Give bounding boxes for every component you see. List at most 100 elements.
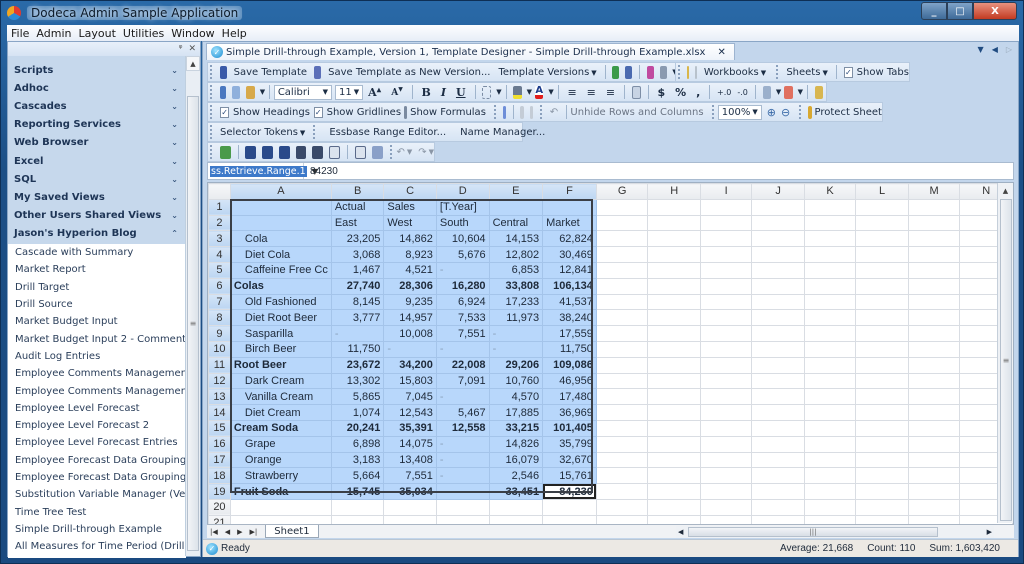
sidebar-group[interactable]: Other Users Shared Views ⌄ xyxy=(8,207,186,225)
cell[interactable]: 10,760 xyxy=(488,372,544,390)
scroll-right-icon[interactable]: ▶ xyxy=(987,528,992,536)
cell[interactable] xyxy=(595,435,649,453)
font-color-icon[interactable]: A xyxy=(535,85,544,99)
menu-file[interactable]: File xyxy=(11,27,29,40)
cell[interactable] xyxy=(855,293,909,311)
cell[interactable] xyxy=(803,214,857,232)
unhide-rows-columns-button[interactable]: Unhide Rows and Columns xyxy=(570,107,703,118)
spreadsheet-grid[interactable]: ABCDEFGHIJKLMN 1 Actual Sales [T.Year] 2 East… xyxy=(207,182,1014,538)
cell[interactable]: - xyxy=(435,435,490,453)
cell[interactable] xyxy=(803,309,857,327)
cell[interactable] xyxy=(803,277,857,295)
cell[interactable] xyxy=(647,419,701,437)
cell[interactable]: Cola xyxy=(229,230,332,248)
cell[interactable] xyxy=(751,404,805,421)
cell[interactable] xyxy=(803,293,857,311)
menu-help[interactable]: Help xyxy=(222,27,247,40)
cell[interactable] xyxy=(855,246,909,263)
cell[interactable]: Orange xyxy=(229,451,332,469)
tool-2-icon[interactable] xyxy=(262,145,273,159)
row-header[interactable]: 7 xyxy=(208,293,231,311)
cell[interactable]: 14,075 xyxy=(383,435,437,453)
first-sheet-icon[interactable]: |◀ xyxy=(210,528,218,536)
row-header[interactable]: 2 xyxy=(208,214,231,232)
cell[interactable] xyxy=(855,388,909,406)
cell[interactable]: 28,306 xyxy=(383,277,437,295)
cell[interactable]: 14,957 xyxy=(383,309,437,327)
cell[interactable] xyxy=(907,246,961,263)
cell[interactable] xyxy=(595,230,649,248)
view-list-item[interactable]: Employee Level Forecast xyxy=(8,400,186,417)
increase-decimal-icon[interactable]: +.0 xyxy=(717,88,731,97)
cell[interactable] xyxy=(803,372,857,390)
cell[interactable] xyxy=(647,451,701,469)
cell[interactable] xyxy=(647,198,701,216)
cell[interactable]: Sales xyxy=(383,198,437,216)
cell[interactable]: - xyxy=(435,467,490,485)
cell[interactable]: Strawberry xyxy=(229,467,332,485)
column-header[interactable]: J xyxy=(751,183,805,200)
cell[interactable]: 12,558 xyxy=(435,419,490,437)
cell[interactable]: 11,973 xyxy=(488,309,544,327)
cell[interactable] xyxy=(595,404,649,421)
cell[interactable]: - xyxy=(330,325,385,342)
cell[interactable] xyxy=(855,451,909,469)
view-list-item[interactable]: Employee Forecast Data Grouping xyxy=(8,452,186,469)
save-new-version-button[interactable]: Save Template as New Version... xyxy=(328,67,490,78)
cell[interactable]: 7,533 xyxy=(435,309,490,327)
cell[interactable] xyxy=(595,483,649,500)
scroll-up-icon[interactable]: ▲ xyxy=(998,183,1013,198)
cell[interactable] xyxy=(751,340,805,358)
align-left-icon[interactable]: ≡ xyxy=(567,86,576,99)
cell[interactable]: Caffeine Free Cc xyxy=(229,261,332,279)
column-header[interactable]: K xyxy=(803,183,857,200)
cell[interactable] xyxy=(699,277,753,295)
cell[interactable] xyxy=(855,214,909,232)
cell[interactable]: 1,467 xyxy=(330,261,385,279)
cell[interactable] xyxy=(699,356,753,374)
decrease-decimal-icon[interactable]: -.0 xyxy=(737,88,748,97)
row-header[interactable]: 18 xyxy=(208,467,231,485)
row-header[interactable]: 6 xyxy=(208,277,231,295)
cell[interactable] xyxy=(595,498,649,516)
cell[interactable]: 46,956 xyxy=(542,372,597,390)
cell[interactable] xyxy=(699,388,753,406)
pin-icon[interactable]: ᵠ xyxy=(179,44,183,54)
cell[interactable] xyxy=(751,498,805,516)
cell[interactable]: 11,750 xyxy=(542,340,597,358)
cell[interactable] xyxy=(647,293,701,311)
excel-save-icon[interactable] xyxy=(625,65,633,79)
cell[interactable] xyxy=(647,277,701,295)
sidebar-group[interactable]: SQL ⌄ xyxy=(8,170,186,188)
cell[interactable] xyxy=(907,372,961,390)
cell[interactable] xyxy=(907,325,961,342)
cell[interactable]: 22,008 xyxy=(435,356,490,374)
cell[interactable]: - xyxy=(435,261,490,279)
align-center-icon[interactable]: ≡ xyxy=(587,86,596,99)
unfreeze-panes-icon[interactable] xyxy=(529,105,533,119)
cell[interactable] xyxy=(699,261,753,279)
cell[interactable] xyxy=(595,214,649,232)
horizontal-scroll-thumb[interactable]: ||| xyxy=(688,527,938,537)
cell[interactable] xyxy=(751,261,805,279)
last-sheet-icon[interactable]: ▶| xyxy=(250,528,258,536)
column-header[interactable]: C xyxy=(383,183,437,200)
view-list-item[interactable]: Employee Level Forecast 2 xyxy=(8,417,186,434)
chevron-down-icon[interactable]: ⌄ xyxy=(171,84,178,93)
cell[interactable] xyxy=(699,230,753,248)
cell[interactable]: 9,235 xyxy=(383,293,437,311)
cell[interactable] xyxy=(647,356,701,374)
cell[interactable] xyxy=(699,483,753,500)
cell[interactable]: 14,826 xyxy=(488,435,544,453)
chevron-down-icon[interactable]: ⌄ xyxy=(171,138,178,147)
cell[interactable] xyxy=(803,388,857,406)
cell[interactable] xyxy=(647,498,701,516)
cell[interactable]: Dark Cream xyxy=(229,372,332,390)
sidebar-group[interactable]: Scripts ⌄ xyxy=(8,61,186,79)
cell[interactable] xyxy=(907,261,961,279)
sheet-tab-sheet1[interactable]: Sheet1 xyxy=(265,525,319,538)
sidebar-group[interactable]: Web Browser ⌄ xyxy=(8,134,186,152)
view-list-item[interactable]: Drill Target xyxy=(8,279,186,296)
cell[interactable]: 23,205 xyxy=(330,230,385,248)
cell[interactable] xyxy=(699,214,753,232)
